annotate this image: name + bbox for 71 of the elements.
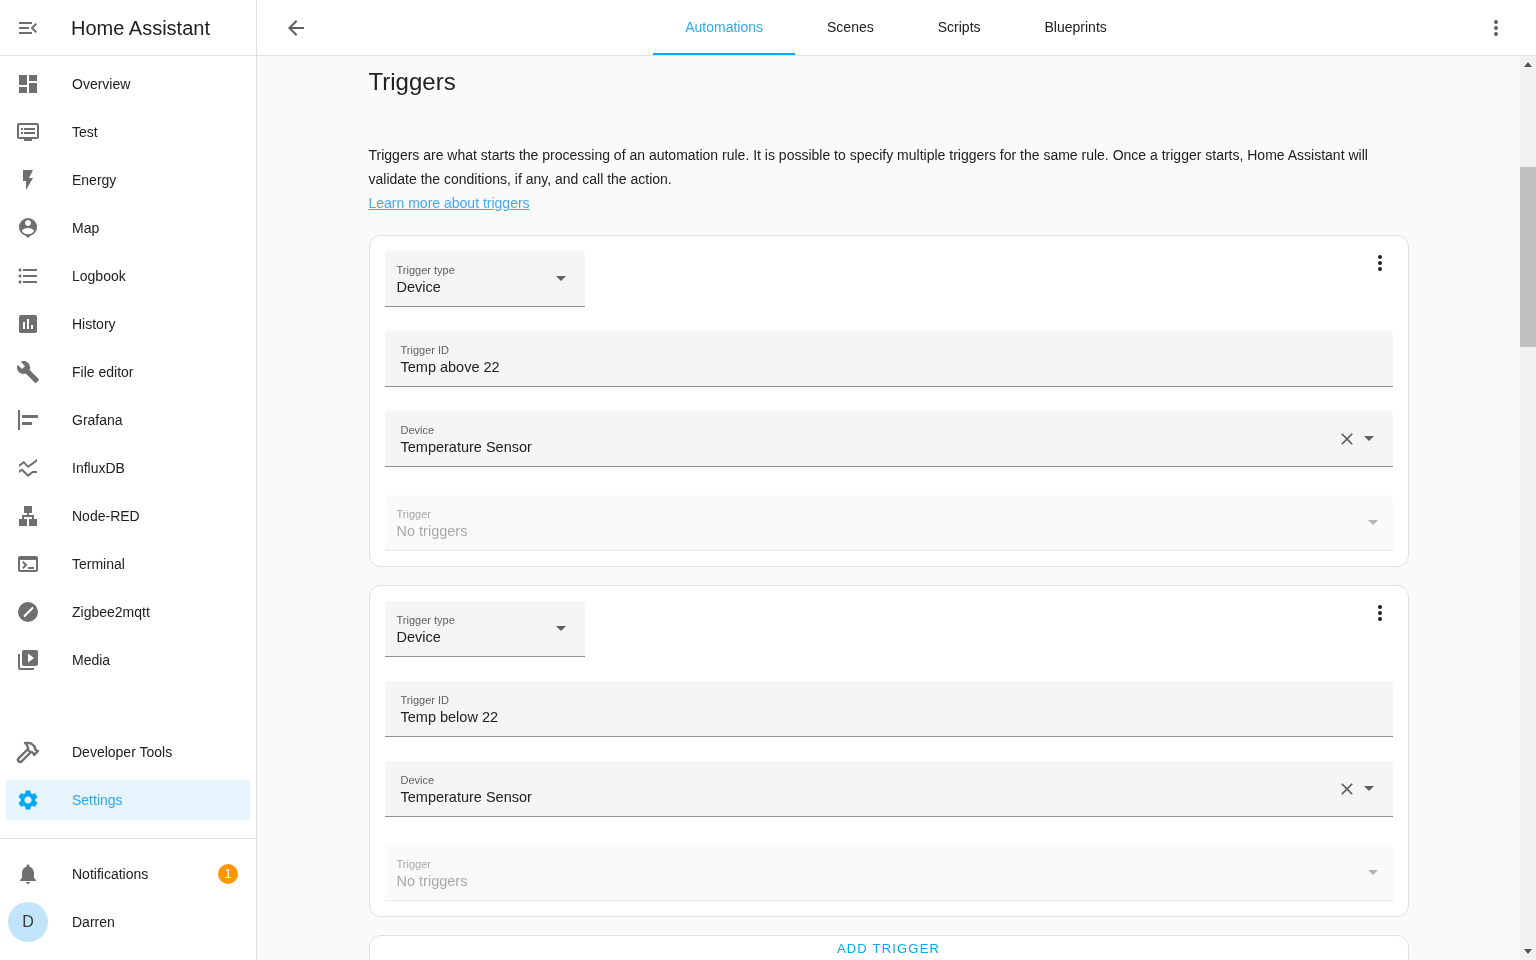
more-vertical-icon	[1494, 19, 1498, 36]
field-value: No triggers	[396, 871, 469, 891]
field-label: Trigger	[396, 506, 432, 521]
line-chart-icon	[16, 456, 40, 480]
sidebar-item[interactable]: Map	[6, 208, 250, 248]
dropdown[interactable]: Trigger type Device	[384, 251, 585, 307]
settings-icon	[16, 788, 40, 812]
sidebar-item[interactable]: Grafana	[6, 400, 250, 440]
field-label: Trigger ID	[400, 342, 450, 357]
field-value: No triggers	[396, 521, 469, 541]
user-item[interactable]: D Darren	[2, 902, 254, 942]
field-label: Trigger ID	[400, 692, 450, 707]
dropdown-arrow-icon	[555, 276, 566, 281]
dropdown-arrow-icon	[1363, 436, 1374, 441]
dropdown-arrow-icon	[555, 626, 566, 631]
sidebar-item[interactable]: History	[6, 304, 250, 344]
field-value: Temperature Sensor	[400, 787, 533, 807]
more-vertical-icon	[1377, 605, 1382, 621]
play-stack-icon	[16, 648, 40, 672]
sidebar-item[interactable]: Energy	[6, 160, 250, 200]
bar-chart-icon	[16, 312, 40, 336]
sidebar-item[interactable]: InfluxDB	[6, 448, 250, 488]
field-value: Temperature Sensor	[400, 437, 533, 457]
hammer-icon	[16, 740, 40, 764]
combo-box[interactable]: Device Temperature Sensor	[384, 761, 1393, 817]
field-value: Device	[396, 277, 442, 297]
avatar: D	[8, 902, 48, 942]
sitemap-icon	[16, 504, 40, 528]
sidebar-item[interactable]: Developer Tools	[6, 732, 250, 772]
timeline-chart-icon	[16, 408, 40, 432]
description-text: Triggers are what starts the processing of an automation rule. It is possible to specify multiple triggers for the same rule. Once a trigger starts, Home Assistant will validate the conditions, if any, and call the action.	[368, 146, 1369, 189]
text-field[interactable]: Trigger ID Temp above 22	[384, 331, 1393, 387]
dropdown-arrow-icon	[1363, 786, 1374, 791]
dropdown-arrow-icon	[1367, 870, 1378, 875]
sidebar-item[interactable]: Media	[6, 640, 250, 680]
field-value: Device	[396, 627, 442, 647]
tab[interactable]: Blueprints	[1012, 0, 1139, 55]
sidebar-item[interactable]: Notifications 1	[6, 854, 250, 894]
scroll-up-arrow-icon[interactable]	[1524, 62, 1532, 67]
text-field[interactable]: Trigger ID Temp below 22	[384, 681, 1393, 737]
notification-badge: 1	[218, 864, 238, 884]
dropdown-arrow-icon	[1367, 520, 1378, 525]
sidebar-item[interactable]: Test	[6, 112, 250, 152]
field-label: Trigger type	[396, 612, 456, 627]
sidebar-item[interactable]: Zigbee2mqtt	[6, 592, 250, 632]
wrench-icon	[16, 360, 40, 384]
sidebar-item[interactable]: Logbook	[6, 256, 250, 296]
field-label: Trigger	[396, 856, 432, 871]
tab[interactable]: Scenes	[795, 0, 906, 55]
app-title: Home Assistant	[71, 15, 210, 41]
tab[interactable]: Scripts	[905, 0, 1013, 55]
field-label: Device	[400, 422, 436, 437]
sidebar-item[interactable]: Node-RED	[6, 496, 250, 536]
sidebar-item[interactable]: File editor	[6, 352, 250, 392]
sidebar-item[interactable]: Overview	[6, 64, 250, 104]
field-value: Temp above 22	[400, 357, 501, 377]
person-pin-icon	[16, 216, 40, 240]
section-heading: Triggers	[368, 67, 457, 97]
dashboard-icon	[16, 72, 40, 96]
field-label: Trigger type	[396, 262, 456, 277]
monitor-icon	[16, 120, 40, 144]
sidebar-item[interactable]: Terminal	[6, 544, 250, 584]
slashed-circle-icon	[18, 602, 38, 622]
combo-box[interactable]: Device Temperature Sensor	[384, 411, 1393, 467]
field-label: Device	[400, 772, 436, 787]
scrollbar[interactable]	[1520, 56, 1536, 960]
more-vertical-icon	[1377, 255, 1382, 271]
field-value: Temp below 22	[400, 707, 500, 727]
scrollbar-thumb[interactable]	[1520, 167, 1536, 347]
dropdown[interactable]: Trigger type Device	[384, 601, 585, 657]
scroll-down-arrow-icon[interactable]	[1524, 949, 1532, 954]
